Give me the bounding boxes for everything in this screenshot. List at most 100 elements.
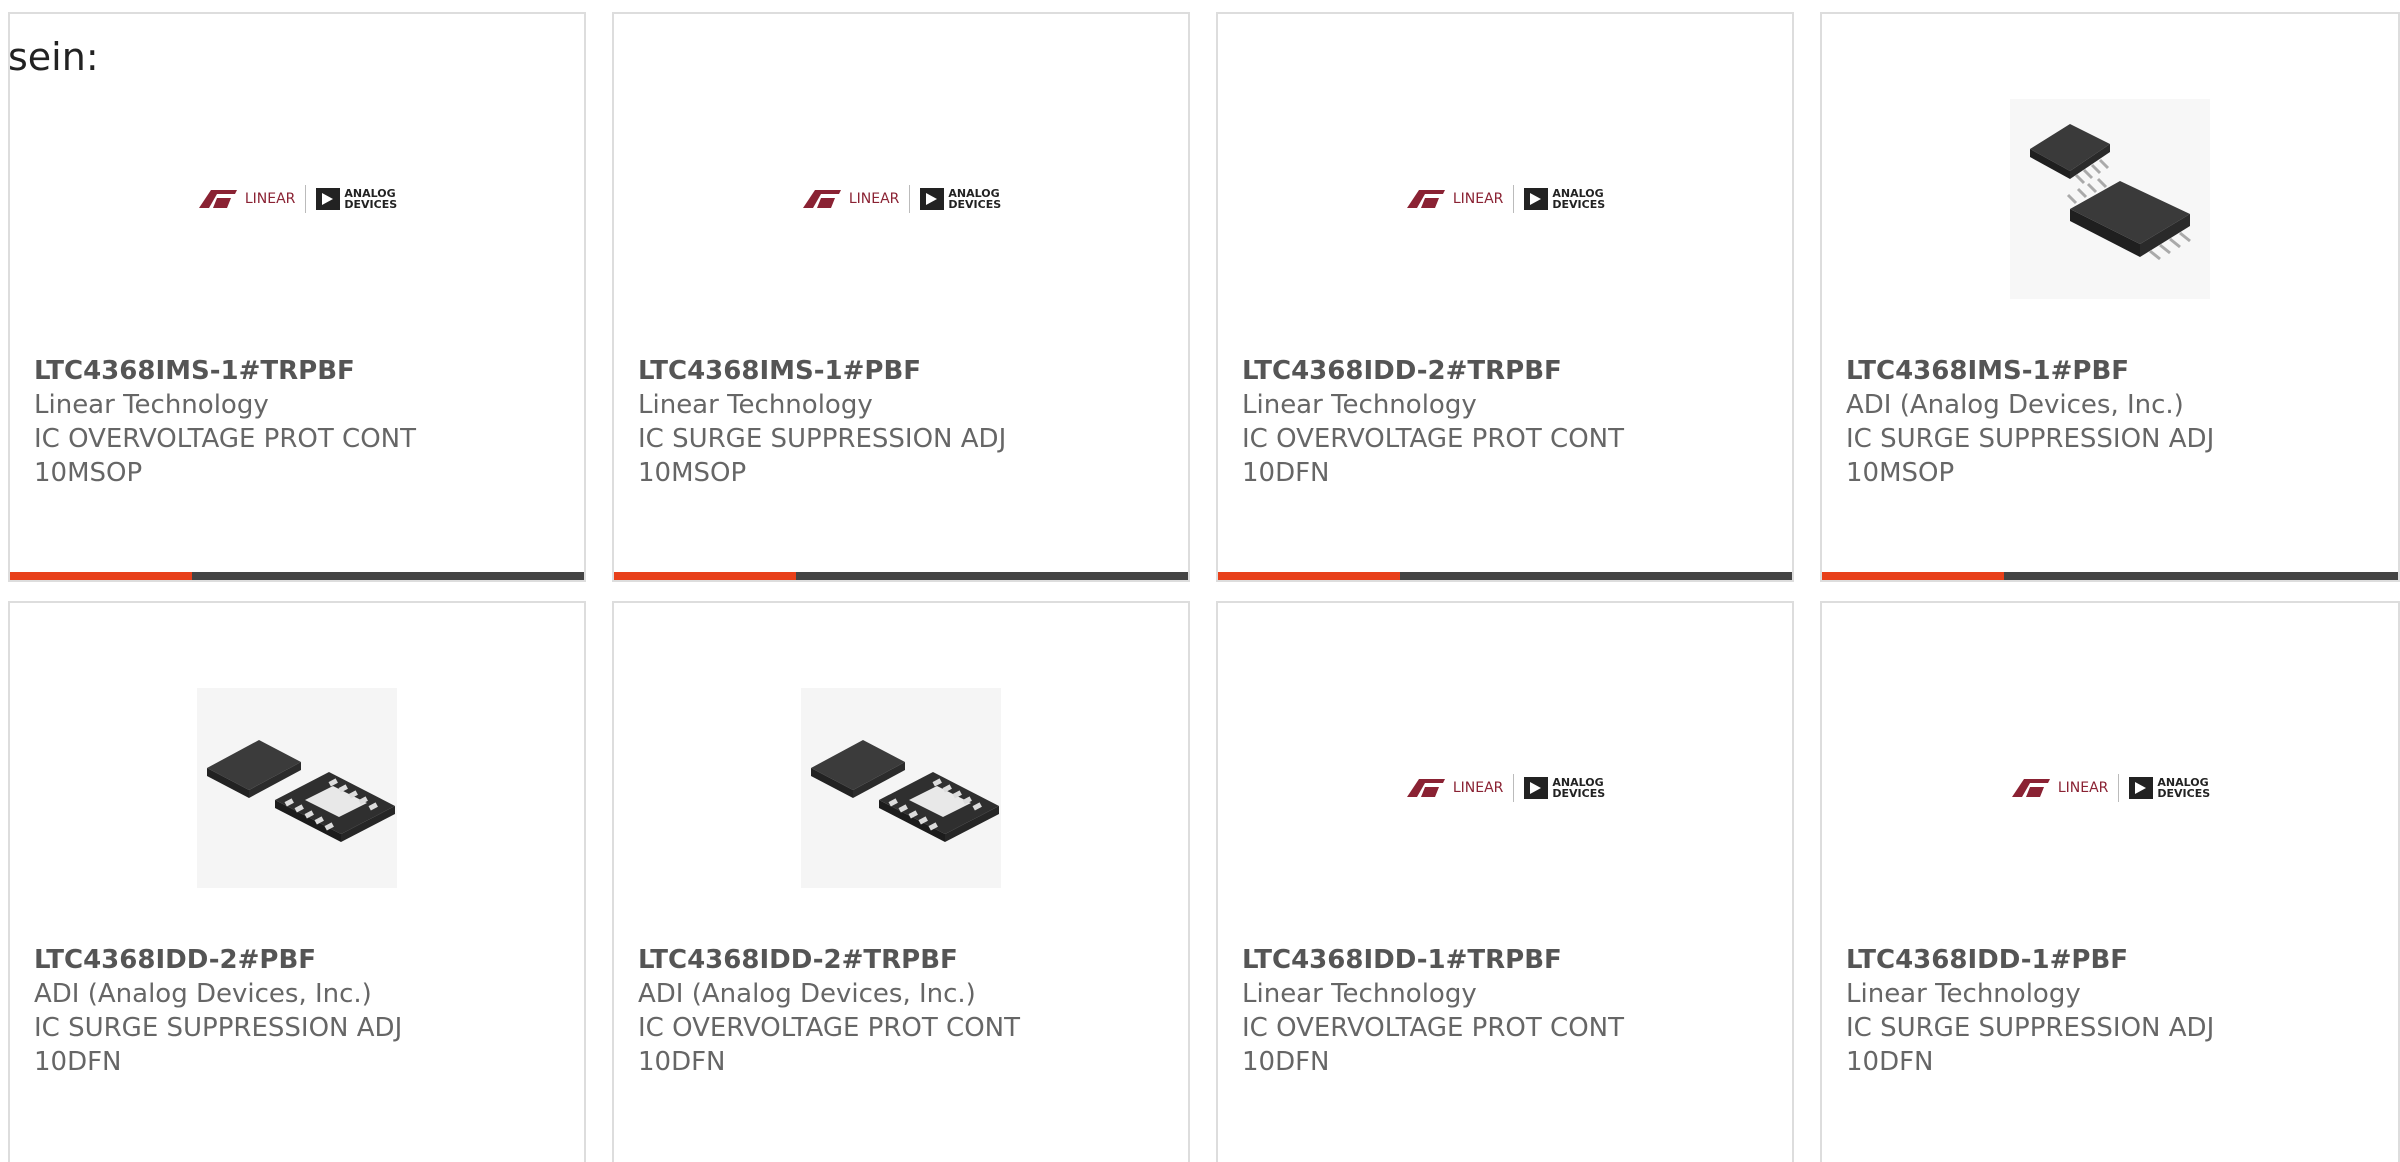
lt-symbol-icon	[802, 190, 841, 208]
description: IC OVERVOLTAGE PROT CONT	[1242, 424, 1624, 454]
part-number[interactable]: LTC4368IDD-2#PBF	[34, 943, 568, 977]
card-bar	[614, 572, 1188, 580]
package: 10DFN	[1242, 458, 1330, 488]
logo-divider	[909, 185, 911, 213]
description: IC OVERVOLTAGE PROT CONT	[638, 1013, 1020, 1043]
adi-triangle-icon	[2129, 777, 2154, 799]
card-bar	[1822, 572, 2398, 580]
linear-analog-logo: LINEAR ANALOG DEVICES	[197, 185, 397, 213]
part-number[interactable]: LTC4368IDD-2#TRPBF	[1242, 354, 1776, 388]
logo-divider	[2118, 774, 2120, 802]
product-card[interactable]: LTC4368IMS-1#PBF ADI (Analog Devices, In…	[1820, 12, 2400, 582]
product-image	[1822, 84, 2398, 314]
part-number[interactable]: LTC4368IDD-2#TRPBF	[638, 943, 1172, 977]
dfn-chip-icon	[197, 688, 397, 888]
product-image: LINEAR ANALOG DEVICES	[1822, 673, 2398, 903]
linear-logo-text: LINEAR	[1452, 780, 1504, 796]
product-card[interactable]: LINEAR ANALOG DEVICES LTC4368IDD-1#TRPBF L…	[1216, 601, 1794, 1162]
adi-logo-mark: ANALOG DEVICES	[2129, 777, 2210, 799]
manufacturer: Linear Technology	[1846, 979, 2081, 1009]
manufacturer: Linear Technology	[34, 390, 269, 420]
product-grid: LINEAR ANALOG DEVICES LTC4368IMS-1#TRPBF L…	[0, 0, 2400, 1162]
part-number[interactable]: LTC4368IMS-1#PBF	[638, 354, 1172, 388]
adi-logo-line2: DEVICES	[344, 198, 398, 211]
adi-triangle-icon	[316, 188, 341, 210]
card-bar-accent	[614, 572, 796, 580]
package: 10DFN	[1846, 1047, 1934, 1077]
logo-divider	[1513, 774, 1515, 802]
linear-logo-mark: LINEAR	[1405, 188, 1504, 210]
product-image	[614, 673, 1188, 903]
adi-logo-line2: DEVICES	[1552, 198, 1606, 211]
card-bar-accent	[1218, 572, 1400, 580]
product-image: LINEAR ANALOG DEVICES	[614, 84, 1188, 314]
linear-logo-mark: LINEAR	[197, 188, 296, 210]
product-card[interactable]: LINEAR ANALOG DEVICES LTC4368IMS-1#TRPBF L…	[8, 12, 586, 582]
product-card[interactable]: LINEAR ANALOG DEVICES LTC4368IDD-2#TRPBF L…	[1216, 12, 1794, 582]
adi-triangle-icon	[1524, 188, 1549, 210]
adi-logo-mark: ANALOG DEVICES	[1524, 188, 1605, 210]
product-card[interactable]: LINEAR ANALOG DEVICES LTC4368IMS-1#PBF Lin…	[612, 12, 1190, 582]
description: IC SURGE SUPPRESSION ADJ	[638, 424, 1007, 454]
linear-logo-mark: LINEAR	[1405, 777, 1504, 799]
manufacturer: Linear Technology	[1242, 390, 1477, 420]
lt-symbol-icon	[2011, 779, 2050, 797]
description: IC SURGE SUPPRESSION ADJ	[1846, 1013, 2215, 1043]
linear-analog-logo: LINEAR ANALOG DEVICES	[801, 185, 1001, 213]
dfn-chip-icon	[801, 688, 1001, 888]
lt-symbol-icon	[1406, 190, 1445, 208]
manufacturer: ADI (Analog Devices, Inc.)	[34, 979, 372, 1009]
part-number[interactable]: LTC4368IDD-1#PBF	[1846, 943, 2382, 977]
package: 10MSOP	[1846, 458, 1955, 488]
linear-analog-logo: LINEAR ANALOG DEVICES	[2010, 774, 2210, 802]
description: IC OVERVOLTAGE PROT CONT	[1242, 1013, 1624, 1043]
adi-logo-line2: DEVICES	[1552, 787, 1606, 800]
lt-symbol-icon	[1406, 779, 1445, 797]
card-bar-accent	[1822, 572, 2004, 580]
part-number[interactable]: LTC4368IMS-1#PBF	[1846, 354, 2382, 388]
intro-text: sein:	[8, 35, 99, 79]
logo-divider	[305, 185, 307, 213]
description: IC SURGE SUPPRESSION ADJ	[34, 1013, 403, 1043]
product-card[interactable]: LTC4368IDD-2#TRPBF ADI (Analog Devices, …	[612, 601, 1190, 1162]
linear-logo-mark: LINEAR	[801, 188, 900, 210]
linear-logo-text: LINEAR	[2057, 780, 2109, 796]
card-bar-accent	[10, 572, 192, 580]
msop-chip-icon	[2010, 99, 2210, 299]
product-image: LINEAR ANALOG DEVICES	[1218, 84, 1792, 314]
lt-symbol-icon	[198, 190, 237, 208]
adi-triangle-icon	[1524, 777, 1549, 799]
linear-logo-text: LINEAR	[244, 191, 296, 207]
package: 10MSOP	[638, 458, 747, 488]
part-number[interactable]: LTC4368IMS-1#TRPBF	[34, 354, 568, 388]
package: 10DFN	[638, 1047, 726, 1077]
adi-logo-line2: DEVICES	[2157, 787, 2211, 800]
manufacturer: ADI (Analog Devices, Inc.)	[1846, 390, 2184, 420]
package: 10DFN	[34, 1047, 122, 1077]
adi-logo-mark: ANALOG DEVICES	[316, 188, 397, 210]
product-card[interactable]: LTC4368IDD-2#PBF ADI (Analog Devices, In…	[8, 601, 586, 1162]
package: 10MSOP	[34, 458, 143, 488]
adi-logo-line2: DEVICES	[948, 198, 1002, 211]
product-image: LINEAR ANALOG DEVICES	[1218, 673, 1792, 903]
adi-triangle-icon	[920, 188, 945, 210]
logo-divider	[1513, 185, 1515, 213]
linear-analog-logo: LINEAR ANALOG DEVICES	[1405, 185, 1605, 213]
package: 10DFN	[1242, 1047, 1330, 1077]
card-bar	[1218, 572, 1792, 580]
part-number[interactable]: LTC4368IDD-1#TRPBF	[1242, 943, 1776, 977]
product-card[interactable]: LINEAR ANALOG DEVICES LTC4368IDD-1#PBF Lin…	[1820, 601, 2400, 1162]
adi-logo-mark: ANALOG DEVICES	[920, 188, 1001, 210]
page: sein: LINEAR ANALOG DEVICES LTC4368IMS-1#T…	[0, 0, 2400, 1162]
product-image: LINEAR ANALOG DEVICES	[10, 84, 584, 314]
manufacturer: ADI (Analog Devices, Inc.)	[638, 979, 976, 1009]
description: IC OVERVOLTAGE PROT CONT	[34, 424, 416, 454]
linear-logo-mark: LINEAR	[2010, 777, 2109, 799]
manufacturer: Linear Technology	[1242, 979, 1477, 1009]
card-bar	[10, 572, 584, 580]
linear-logo-text: LINEAR	[1452, 191, 1504, 207]
description: IC SURGE SUPPRESSION ADJ	[1846, 424, 2215, 454]
linear-logo-text: LINEAR	[848, 191, 900, 207]
product-image	[10, 673, 584, 903]
manufacturer: Linear Technology	[638, 390, 873, 420]
